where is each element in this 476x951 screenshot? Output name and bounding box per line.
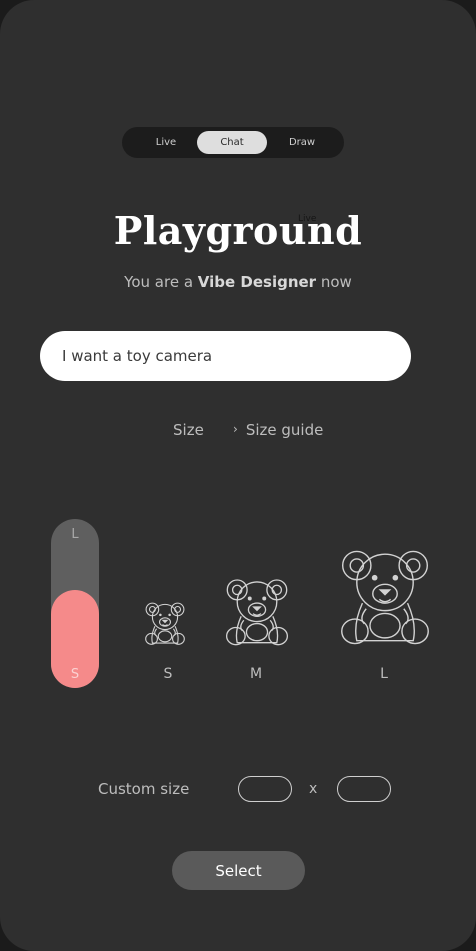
size-option-s-label: S — [163, 666, 173, 682]
subtitle-role: Vibe Designer — [197, 273, 317, 291]
size-option-l-label: L — [380, 666, 388, 682]
mode-switcher: Live Chat Draw — [122, 127, 344, 158]
tab-draw[interactable]: Draw — [267, 131, 337, 154]
teddy-bear-icon[interactable] — [224, 576, 290, 648]
chevron-right-icon: › — [233, 422, 238, 436]
custom-width-input[interactable] — [238, 776, 292, 802]
subtitle: You are a Vibe Designer now — [0, 273, 476, 291]
size-guide-link[interactable]: › Size guide — [233, 421, 323, 439]
select-button[interactable]: Select — [172, 851, 305, 890]
page-title: Playground — [113, 208, 363, 253]
prompt-text: I want a toy camera — [62, 347, 213, 365]
size-guide-label: Size guide — [245, 421, 324, 439]
subtitle-prefix: You are a — [124, 273, 198, 291]
dimension-separator: x — [309, 781, 318, 797]
slider-top-label: L — [71, 527, 79, 542]
slider-bottom-label: S — [70, 667, 80, 682]
tab-chat[interactable]: Chat — [197, 131, 267, 154]
live-badge: Live — [298, 214, 317, 224]
size-label: Size — [173, 421, 204, 439]
subtitle-suffix: now — [316, 273, 352, 291]
teddy-bear-icon[interactable] — [144, 601, 186, 646]
custom-size-label: Custom size — [98, 780, 190, 798]
app-screen: Live Chat Draw Playground Live You are a… — [0, 0, 476, 951]
size-option-m-label: M — [249, 666, 263, 682]
custom-height-input[interactable] — [337, 776, 391, 802]
tab-live[interactable]: Live — [131, 131, 201, 154]
teddy-bear-icon[interactable] — [338, 545, 432, 649]
size-slider[interactable]: L S — [51, 519, 99, 688]
prompt-input[interactable]: I want a toy camera — [40, 331, 411, 381]
